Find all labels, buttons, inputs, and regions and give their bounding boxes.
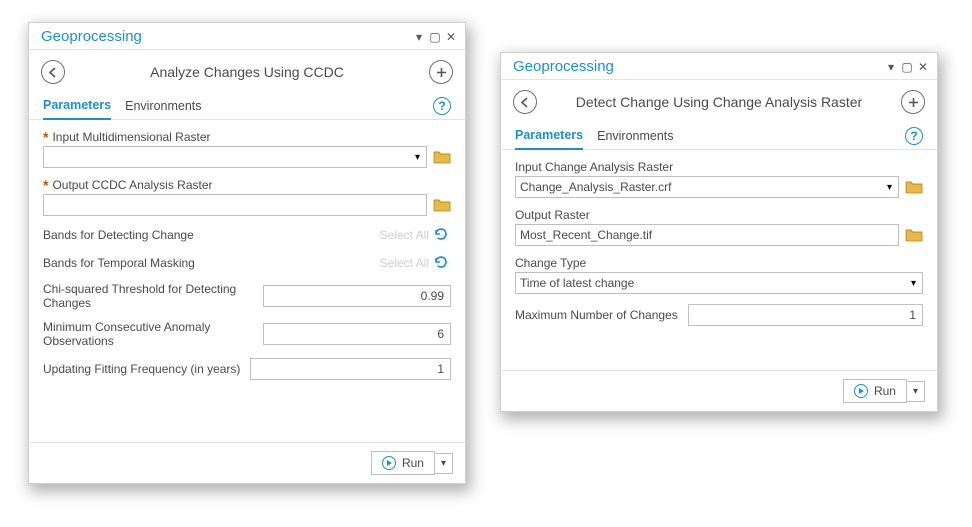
window-title: Geoprocessing xyxy=(513,58,614,75)
parameters-form: Input Change Analysis Raster Change_Anal… xyxy=(501,150,937,344)
field-output-ccdc: * Output CCDC Analysis Raster xyxy=(43,178,451,216)
run-button[interactable]: Run xyxy=(371,451,435,475)
label: Input Change Analysis Raster xyxy=(515,160,673,174)
close-icon[interactable]: ✕ xyxy=(445,30,457,44)
run-label: Run xyxy=(874,384,896,398)
field-min-consec: Minimum Consecutive Anomaly Observations xyxy=(43,320,451,348)
input-md-raster-combo[interactable]: ▾ xyxy=(43,146,427,168)
chi-squared-input[interactable] xyxy=(263,285,451,307)
footer: Run ▾ xyxy=(501,370,937,411)
restore-icon[interactable]: ▢ xyxy=(901,60,913,74)
tab-parameters[interactable]: Parameters xyxy=(515,122,583,150)
tab-environments[interactable]: Environments xyxy=(597,123,673,149)
field-max-changes: Maximum Number of Changes xyxy=(515,304,923,326)
play-icon xyxy=(382,456,396,470)
select-all-link[interactable]: Select All xyxy=(380,256,429,270)
label: Input Multidimensional Raster xyxy=(52,130,210,144)
back-button[interactable] xyxy=(41,60,65,84)
help-button[interactable]: ? xyxy=(905,127,923,145)
input-car-combo[interactable]: Change_Analysis_Raster.crf ▾ xyxy=(515,176,899,198)
field-bands-temporal-masking: Bands for Temporal Masking Select All xyxy=(43,254,451,272)
help-button[interactable]: ? xyxy=(433,97,451,115)
field-input-car: Input Change Analysis Raster Change_Anal… xyxy=(515,160,923,198)
window-title: Geoprocessing xyxy=(41,28,142,45)
label: Change Type xyxy=(515,256,586,270)
restore-icon[interactable]: ▢ xyxy=(429,30,441,44)
field-input-md-raster: * Input Multidimensional Raster ▾ xyxy=(43,130,451,168)
chevron-down-icon: ▾ xyxy=(907,278,920,289)
tool-title: Detect Change Using Change Analysis Rast… xyxy=(537,94,901,110)
window-controls: ▾ ▢ ✕ xyxy=(413,30,457,44)
label: Updating Fitting Frequency (in years) xyxy=(43,362,240,376)
combo-value: Time of latest change xyxy=(520,276,634,290)
reset-button[interactable] xyxy=(433,254,451,272)
add-button[interactable] xyxy=(901,90,925,114)
browse-button[interactable] xyxy=(433,148,451,166)
run-label: Run xyxy=(402,456,424,470)
tool-title: Analyze Changes Using CCDC xyxy=(65,64,429,80)
label: Chi-squared Threshold for Detecting Chan… xyxy=(43,282,253,310)
reset-button[interactable] xyxy=(433,226,451,244)
chevron-down-icon: ▾ xyxy=(411,152,424,163)
tool-header: Detect Change Using Change Analysis Rast… xyxy=(501,80,937,122)
required-icon: * xyxy=(43,180,48,190)
tool-header: Analyze Changes Using CCDC xyxy=(29,50,465,92)
titlebar: Geoprocessing ▾ ▢ ✕ xyxy=(501,53,937,80)
tab-parameters[interactable]: Parameters xyxy=(43,92,111,120)
label: Minimum Consecutive Anomaly Observations xyxy=(43,320,253,348)
required-icon: * xyxy=(43,132,48,142)
min-consec-input[interactable] xyxy=(263,323,451,345)
geoprocessing-pane-detect-change: Geoprocessing ▾ ▢ ✕ Detect Change Using … xyxy=(500,52,938,412)
field-bands-detecting-change: Bands for Detecting Change Select All xyxy=(43,226,451,244)
field-chi-squared: Chi-squared Threshold for Detecting Chan… xyxy=(43,282,451,310)
run-button[interactable]: Run xyxy=(843,379,907,403)
field-output-raster: Output Raster xyxy=(515,208,923,246)
tabs: Parameters Environments ? xyxy=(501,122,937,150)
geoprocessing-pane-ccdc: Geoprocessing ▾ ▢ ✕ Analyze Changes Usin… xyxy=(28,22,466,484)
field-change-type: Change Type Time of latest change ▾ xyxy=(515,256,923,294)
max-changes-input[interactable] xyxy=(688,304,923,326)
run-menu-caret[interactable]: ▾ xyxy=(435,453,453,474)
browse-button[interactable] xyxy=(433,196,451,214)
back-button[interactable] xyxy=(513,90,537,114)
window-controls: ▾ ▢ ✕ xyxy=(885,60,929,74)
label: Bands for Temporal Masking xyxy=(43,256,195,270)
update-freq-input[interactable] xyxy=(250,358,451,380)
label: Maximum Number of Changes xyxy=(515,308,678,322)
footer: Run ▾ xyxy=(29,442,465,483)
select-all-link[interactable]: Select All xyxy=(380,228,429,242)
close-icon[interactable]: ✕ xyxy=(917,60,929,74)
titlebar: Geoprocessing ▾ ▢ ✕ xyxy=(29,23,465,50)
caret-down-icon[interactable]: ▾ xyxy=(413,30,425,44)
combo-value: Change_Analysis_Raster.crf xyxy=(520,180,671,194)
output-raster-input[interactable] xyxy=(515,224,899,246)
parameters-form: * Input Multidimensional Raster ▾ * Outp… xyxy=(29,120,465,398)
change-type-combo[interactable]: Time of latest change ▾ xyxy=(515,272,923,294)
label: Output CCDC Analysis Raster xyxy=(52,178,212,192)
tab-environments[interactable]: Environments xyxy=(125,93,201,119)
chevron-down-icon: ▾ xyxy=(883,182,896,193)
output-ccdc-input[interactable] xyxy=(43,194,427,216)
label: Bands for Detecting Change xyxy=(43,228,194,242)
run-menu-caret[interactable]: ▾ xyxy=(907,381,925,402)
label: Output Raster xyxy=(515,208,590,222)
browse-button[interactable] xyxy=(905,226,923,244)
field-update-freq: Updating Fitting Frequency (in years) xyxy=(43,358,451,380)
add-button[interactable] xyxy=(429,60,453,84)
play-icon xyxy=(854,384,868,398)
caret-down-icon[interactable]: ▾ xyxy=(885,60,897,74)
tabs: Parameters Environments ? xyxy=(29,92,465,120)
browse-button[interactable] xyxy=(905,178,923,196)
